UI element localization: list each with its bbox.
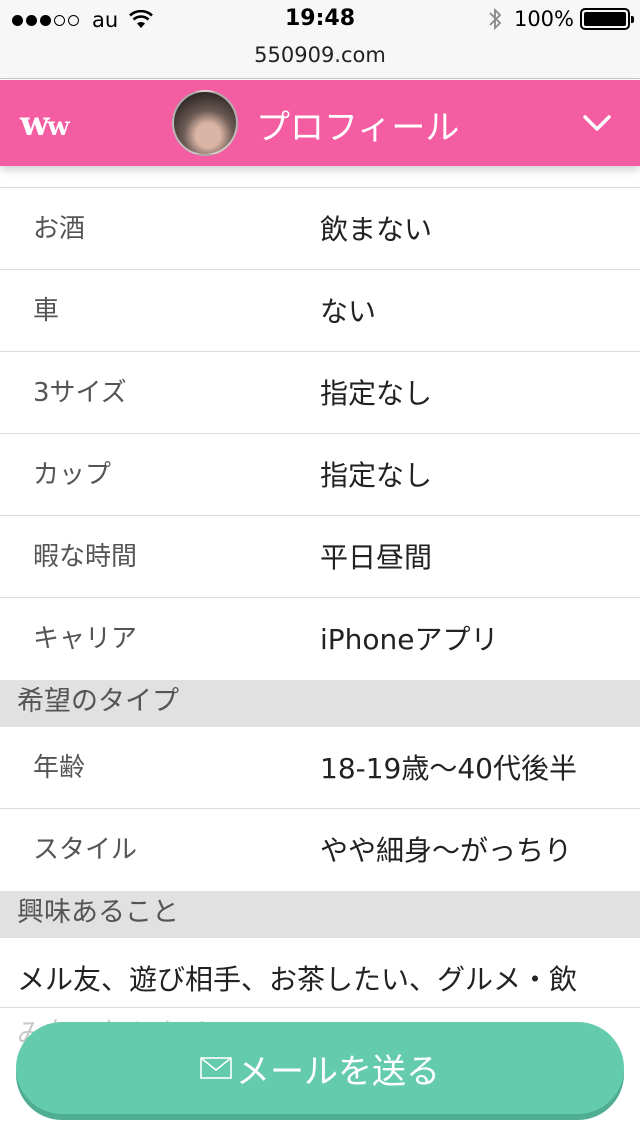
table-row: 3サイズ 指定なし	[0, 352, 640, 434]
row-label: 3サイズ	[33, 378, 127, 408]
row-label: 年齢	[33, 753, 86, 783]
status-bar: au 19:48 100%	[0, 0, 640, 40]
app-header: ww プロフィール	[0, 80, 640, 166]
battery-icon	[580, 8, 634, 30]
row-label: お酒	[33, 214, 86, 244]
send-mail-button[interactable]: メールを送る	[16, 1022, 624, 1114]
battery-area: 100%	[488, 7, 634, 31]
bluetooth-icon	[489, 7, 502, 31]
mail-icon	[200, 1057, 232, 1079]
row-value: 飲まない	[320, 213, 433, 246]
row-value: 18-19歳〜40代後半	[320, 752, 577, 785]
row-label: カップ	[33, 460, 112, 490]
table-row: お酒 飲まない	[0, 188, 640, 270]
site-logo[interactable]: ww	[20, 104, 70, 144]
row-label: 車	[33, 296, 60, 326]
send-mail-label: メールを送る	[236, 1051, 440, 1092]
row-value: iPhoneアプリ	[320, 623, 499, 656]
profile-content: お酒 飲まない 車 ない 3サイズ 指定なし カップ 指定なし 暇な時間 平日昼…	[0, 166, 640, 1068]
interests-text: メル友、遊び相手、お茶したい、グルメ・飲	[0, 938, 640, 1008]
row-label: キャリア	[33, 624, 138, 654]
table-row: 暇な時間 平日昼間	[0, 516, 640, 598]
avatar[interactable]	[172, 90, 238, 156]
row-value: ない	[320, 295, 377, 328]
row-value: 指定なし	[320, 459, 433, 492]
table-row: 年齢 18-19歳〜40代後半	[0, 727, 640, 809]
row-value: やや細身〜がっちり	[320, 834, 573, 867]
table-row: 車 ない	[0, 270, 640, 352]
url-bar[interactable]: 550909.com	[0, 40, 640, 79]
divider	[0, 166, 640, 188]
row-label: スタイル	[33, 835, 138, 865]
section-heading-preferred-type: 希望のタイプ	[0, 680, 640, 727]
chevron-down-icon[interactable]	[582, 108, 612, 138]
row-value: 指定なし	[320, 377, 433, 410]
table-row: キャリア iPhoneアプリ	[0, 598, 640, 680]
page-title: プロフィール	[256, 108, 460, 148]
table-row: カップ 指定なし	[0, 434, 640, 516]
table-row: スタイル やや細身〜がっちり	[0, 809, 640, 891]
row-value: 平日昼間	[320, 541, 433, 574]
row-label: 暇な時間	[33, 542, 138, 572]
battery-percent: 100%	[513, 7, 574, 31]
section-heading-interests: 興味あること	[0, 891, 640, 938]
